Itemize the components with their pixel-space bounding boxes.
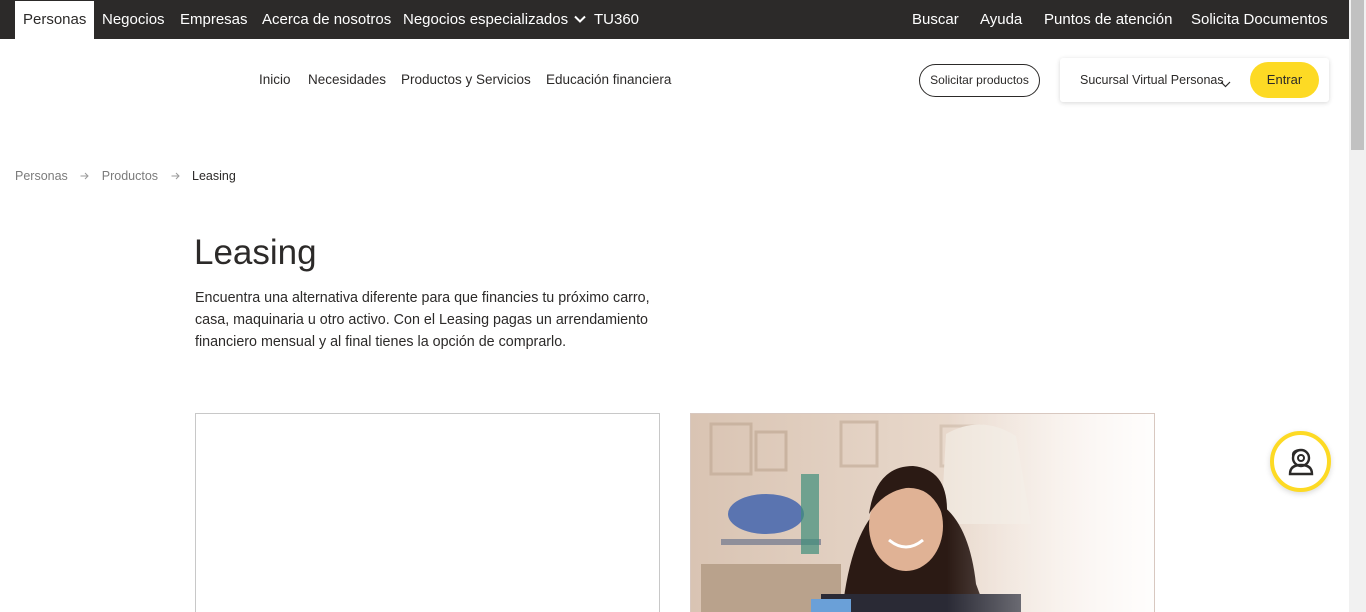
tab-negocios-especializados-label: Negocios especializados bbox=[403, 11, 569, 28]
tab-acerca-de-nosotros[interactable]: Acerca de nosotros bbox=[262, 0, 391, 39]
tab-tu360[interactable]: TU360 bbox=[594, 0, 639, 39]
entrar-button[interactable]: Entrar bbox=[1250, 62, 1319, 98]
tab-personas[interactable]: Personas bbox=[15, 1, 95, 39]
top-navigation-bar: Personas Negocios Empresas Acerca de nos… bbox=[0, 0, 1349, 39]
nav-necesidades[interactable]: Necesidades bbox=[308, 72, 386, 87]
chevron-down-icon[interactable] bbox=[1220, 75, 1231, 93]
tab-empresas[interactable]: Empresas bbox=[180, 0, 248, 39]
arrow-right-icon bbox=[171, 169, 180, 183]
breadcrumb-leasing: Leasing bbox=[192, 168, 236, 183]
ayuda-link[interactable]: Ayuda bbox=[980, 0, 1022, 39]
breadcrumb-personas[interactable]: Personas bbox=[15, 169, 68, 183]
puntos-de-atencion-link[interactable]: Puntos de atención bbox=[1044, 0, 1172, 39]
scrollbar-thumb[interactable] bbox=[1351, 0, 1364, 150]
tab-negocios-especializados[interactable]: Negocios especializados bbox=[403, 0, 586, 39]
chevron-down-icon bbox=[574, 0, 586, 38]
solicitar-productos-button[interactable]: Solicitar productos bbox=[919, 64, 1040, 97]
chat-agent-button[interactable] bbox=[1270, 431, 1331, 492]
page-scrollbar[interactable] bbox=[1349, 0, 1366, 612]
hero-photo-woman bbox=[690, 413, 1155, 612]
buscar-link[interactable]: Buscar bbox=[912, 0, 959, 39]
sucursal-virtual-dropdown[interactable]: Sucursal Virtual Personas bbox=[1080, 73, 1224, 87]
tab-negocios[interactable]: Negocios bbox=[102, 0, 165, 39]
arrow-right-icon bbox=[80, 169, 90, 183]
nav-productos-y-servicios[interactable]: Productos y Servicios bbox=[401, 72, 531, 87]
page-title: Leasing bbox=[194, 233, 317, 272]
sucursal-virtual-box: Sucursal Virtual Personas Entrar bbox=[1060, 58, 1329, 102]
page-description: Encuentra una alternativa diferente para… bbox=[195, 290, 650, 350]
breadcrumb-productos[interactable]: Productos bbox=[102, 169, 158, 183]
content-card-blank bbox=[195, 413, 660, 612]
nav-inicio[interactable]: Inicio bbox=[259, 72, 291, 87]
solicita-documentos-link[interactable]: Solicita Documentos bbox=[1191, 0, 1328, 39]
breadcrumb: Personas Productos Leasing bbox=[15, 168, 236, 183]
nav-educacion-financiera[interactable]: Educación financiera bbox=[546, 72, 671, 87]
